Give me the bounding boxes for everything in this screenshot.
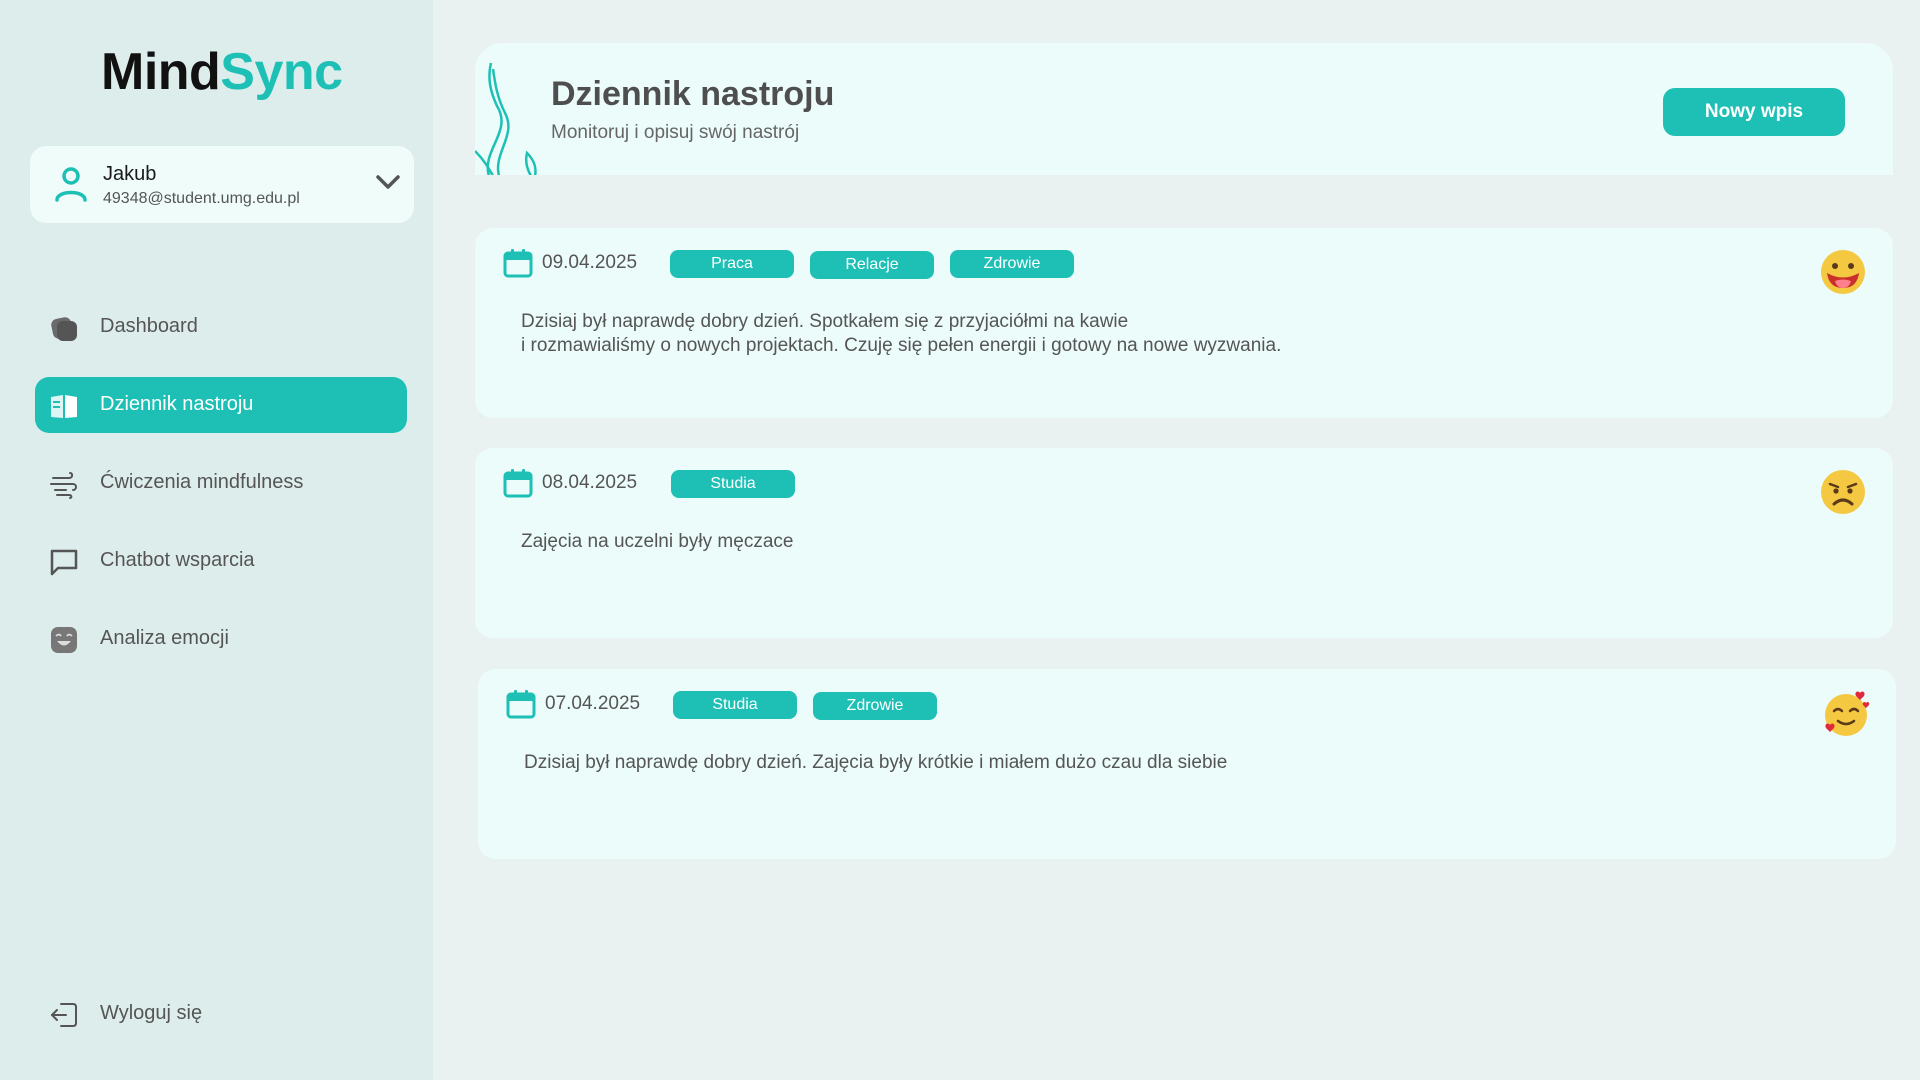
journal-icon	[51, 395, 77, 418]
chat-icon	[50, 549, 78, 576]
emotion-icon	[51, 627, 77, 653]
logo-text-sync: Sync	[220, 43, 343, 101]
page-header: Dziennik nastroju Monitoruj i opisuj swó…	[475, 43, 1893, 175]
nav-item-mood-journal[interactable]: Dziennik nastroju	[35, 377, 407, 433]
calendar-icon	[506, 690, 536, 719]
user-icon	[55, 167, 87, 202]
journal-entry[interactable]: 09.04.2025 Praca Relacje Zdrowie Dzisiaj…	[475, 228, 1893, 418]
smiling-hearts-emoji-icon	[1825, 691, 1870, 736]
new-entry-button[interactable]: Nowy wpis	[1663, 88, 1845, 136]
user-email: 49348@student.umg.edu.pl	[103, 190, 300, 207]
sad-frown-emoji-icon	[1821, 470, 1865, 514]
app-logo[interactable]: MindSync	[101, 42, 343, 102]
tag-badge: Studia	[671, 470, 795, 498]
entry-tags: Studia Zdrowie	[673, 691, 937, 720]
logout-button[interactable]: Wyloguj się	[35, 986, 407, 1042]
entry-text: Dzisiaj był naprawdę dobry dzień. Spotka…	[521, 311, 1282, 356]
entry-date: 09.04.2025	[542, 252, 638, 273]
wind-icon	[50, 472, 77, 499]
chevron-down-icon[interactable]	[374, 172, 402, 192]
nav-label-mindfulness: Ćwiczenia mindfulness	[100, 471, 304, 493]
happy-tongue-emoji-icon	[1821, 250, 1865, 294]
journal-entry[interactable]: 07.04.2025 Studia Zdrowie Dzisiaj był na…	[478, 669, 1896, 859]
tag-badge: Zdrowie	[813, 692, 937, 720]
entry-date: 07.04.2025	[545, 693, 641, 714]
tag-badge: Studia	[673, 691, 797, 719]
calendar-icon	[503, 469, 533, 498]
user-name: Jakub	[103, 163, 157, 185]
logout-label: Wyloguj się	[100, 1002, 203, 1024]
nav-item-dashboard[interactable]: Dashboard	[35, 299, 407, 355]
tag-badge: Praca	[670, 250, 794, 278]
sidebar: MindSync Jakub 49348@student.umg.edu.pl …	[0, 0, 433, 1080]
dashboard-icon	[51, 317, 77, 341]
journal-entry[interactable]: 08.04.2025 Studia Zajęcia na uczelni był…	[475, 448, 1893, 638]
nav-item-chatbot[interactable]: Chatbot wsparcia	[35, 533, 407, 589]
page-subtitle: Monitoruj i opisuj swój nastrój	[551, 122, 800, 143]
nav-label-dashboard: Dashboard	[100, 315, 198, 337]
entry-date: 08.04.2025	[542, 472, 638, 493]
calendar-icon	[503, 249, 533, 278]
nav-label-emotion-analysis: Analiza emocji	[100, 627, 229, 649]
nav-item-mindfulness[interactable]: Ćwiczenia mindfulness	[35, 455, 407, 511]
entry-tags: Praca Relacje Zdrowie	[670, 250, 1074, 279]
tag-badge: Zdrowie	[950, 250, 1074, 278]
tag-badge: Relacje	[810, 251, 934, 279]
nav-label-chatbot: Chatbot wsparcia	[100, 549, 255, 571]
logo-text-mind: Mind	[101, 43, 221, 101]
nav-item-emotion-analysis[interactable]: Analiza emocji	[35, 611, 407, 667]
entry-tags: Studia	[671, 470, 795, 498]
nav-label-mood-journal: Dziennik nastroju	[100, 393, 254, 415]
user-menu[interactable]: Jakub 49348@student.umg.edu.pl	[30, 146, 414, 223]
page-title: Dziennik nastroju	[551, 75, 835, 113]
entry-text: Zajęcia na uczelni były męczace	[521, 531, 794, 552]
entry-text: Dzisiaj był naprawdę dobry dzień. Zajęci…	[524, 752, 1228, 773]
logout-icon	[51, 1003, 77, 1027]
